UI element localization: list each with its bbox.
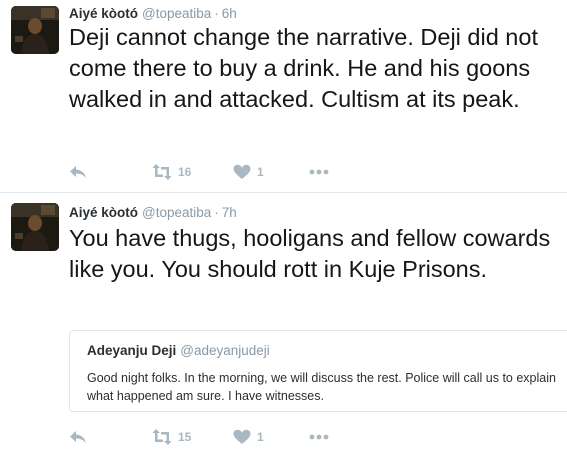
avatar[interactable] (11, 6, 59, 54)
quoted-author-name: Adeyanju Deji (87, 343, 177, 358)
quoted-author-handle: @adeyanjudeji (180, 343, 270, 358)
separator-dot: · (214, 205, 219, 220)
retweet-icon (152, 164, 172, 180)
like-count: 1 (257, 430, 264, 444)
timestamp[interactable]: 6h (222, 6, 237, 21)
more-button[interactable] (309, 425, 329, 449)
like-button[interactable]: 1 (233, 425, 264, 449)
heart-icon (233, 164, 251, 179)
retweet-icon (152, 429, 172, 445)
reply-button[interactable] (69, 425, 87, 449)
tweet[interactable]: Aiyé kòotó @topeatiba · 7h You have thugs, … (0, 193, 567, 447)
reply-button[interactable] (69, 160, 87, 184)
retweet-button[interactable]: 15 (152, 425, 191, 449)
like-button[interactable]: 1 (233, 160, 264, 184)
retweet-count: 15 (178, 430, 192, 444)
tweet-text: You have thugs, hooligans and fellow cow… (69, 225, 551, 282)
author-handle[interactable]: @topeatiba (142, 205, 211, 220)
tweet-actions: 16 1 (69, 160, 369, 184)
more-dots-icon (309, 434, 329, 440)
quoted-tweet-header: Adeyanju Deji @adeyanjudeji (87, 343, 270, 359)
author-name[interactable]: Aiyé kòotó (69, 6, 138, 21)
author-name[interactable]: Aiyé kòotó (69, 205, 138, 220)
more-dots-icon (309, 169, 329, 175)
tweet-header: Aiyé kòotó @topeatiba · 7h (69, 205, 237, 221)
reply-icon (70, 166, 86, 178)
quoted-tweet-text: Good night folks. In the morning, we wil… (87, 371, 556, 403)
separator-dot: · (214, 6, 219, 21)
retweet-count: 16 (178, 165, 192, 179)
avatar[interactable] (11, 203, 59, 251)
like-count: 1 (257, 165, 264, 179)
timestamp[interactable]: 7h (222, 205, 237, 220)
tweet[interactable]: Aiyé kòotó @topeatiba · 6h Deji cannot chan… (0, 0, 567, 192)
quoted-tweet[interactable]: Adeyanju Deji @adeyanjudeji Good night fo… (69, 330, 567, 412)
author-handle[interactable]: @topeatiba (142, 6, 211, 21)
tweet-actions: 15 1 (69, 425, 369, 449)
tweet-text: Deji cannot change the narrative. Deji d… (69, 24, 538, 112)
heart-icon (233, 429, 251, 444)
more-button[interactable] (309, 160, 329, 184)
tweet-header: Aiyé kòotó @topeatiba · 6h (69, 6, 237, 22)
reply-icon (70, 431, 86, 443)
retweet-button[interactable]: 16 (152, 160, 191, 184)
